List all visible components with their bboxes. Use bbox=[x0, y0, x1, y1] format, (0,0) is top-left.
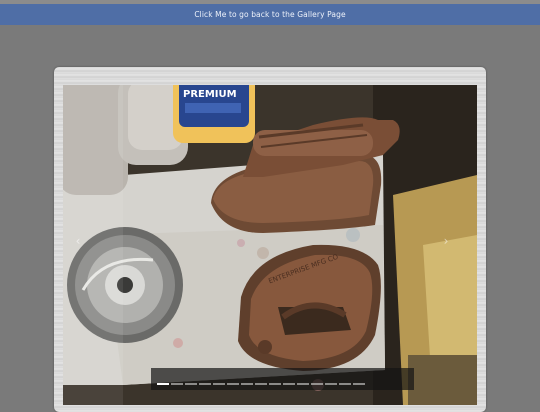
pager-dot[interactable] bbox=[311, 383, 323, 385]
pager-dot[interactable] bbox=[199, 383, 211, 385]
pager-dot[interactable] bbox=[213, 383, 225, 385]
pager-dot[interactable] bbox=[283, 383, 295, 385]
gallery-header-bar[interactable]: Click Me to go back to the Gallery Page bbox=[0, 4, 540, 25]
pager-bar bbox=[151, 368, 414, 390]
pager-dot[interactable] bbox=[241, 383, 253, 385]
pager-dot[interactable] bbox=[157, 383, 169, 385]
chevron-right-icon: › bbox=[443, 234, 449, 248]
svg-text:PREMIUM: PREMIUM bbox=[183, 89, 237, 100]
pager-dot[interactable] bbox=[297, 383, 309, 385]
pager-dot[interactable] bbox=[339, 383, 351, 385]
pager-dot[interactable] bbox=[171, 383, 183, 385]
back-to-gallery-link[interactable]: Click Me to go back to the Gallery Page bbox=[194, 10, 345, 19]
slideshow-image[interactable]: PREMIUM ENTERPRISE MFG CO bbox=[63, 85, 477, 405]
chevron-left-icon: ‹ bbox=[75, 234, 81, 248]
pager-dot[interactable] bbox=[325, 383, 337, 385]
next-slide-button[interactable]: › bbox=[438, 230, 454, 252]
pager-dot[interactable] bbox=[227, 383, 239, 385]
slide-pager bbox=[157, 383, 365, 386]
pager-dot[interactable] bbox=[269, 383, 281, 385]
pager-dot[interactable] bbox=[353, 383, 365, 385]
photo: PREMIUM ENTERPRISE MFG CO bbox=[63, 85, 477, 405]
pager-dot[interactable] bbox=[185, 383, 197, 385]
previous-slide-button[interactable]: ‹ bbox=[70, 230, 86, 252]
pager-dot[interactable] bbox=[255, 383, 267, 385]
